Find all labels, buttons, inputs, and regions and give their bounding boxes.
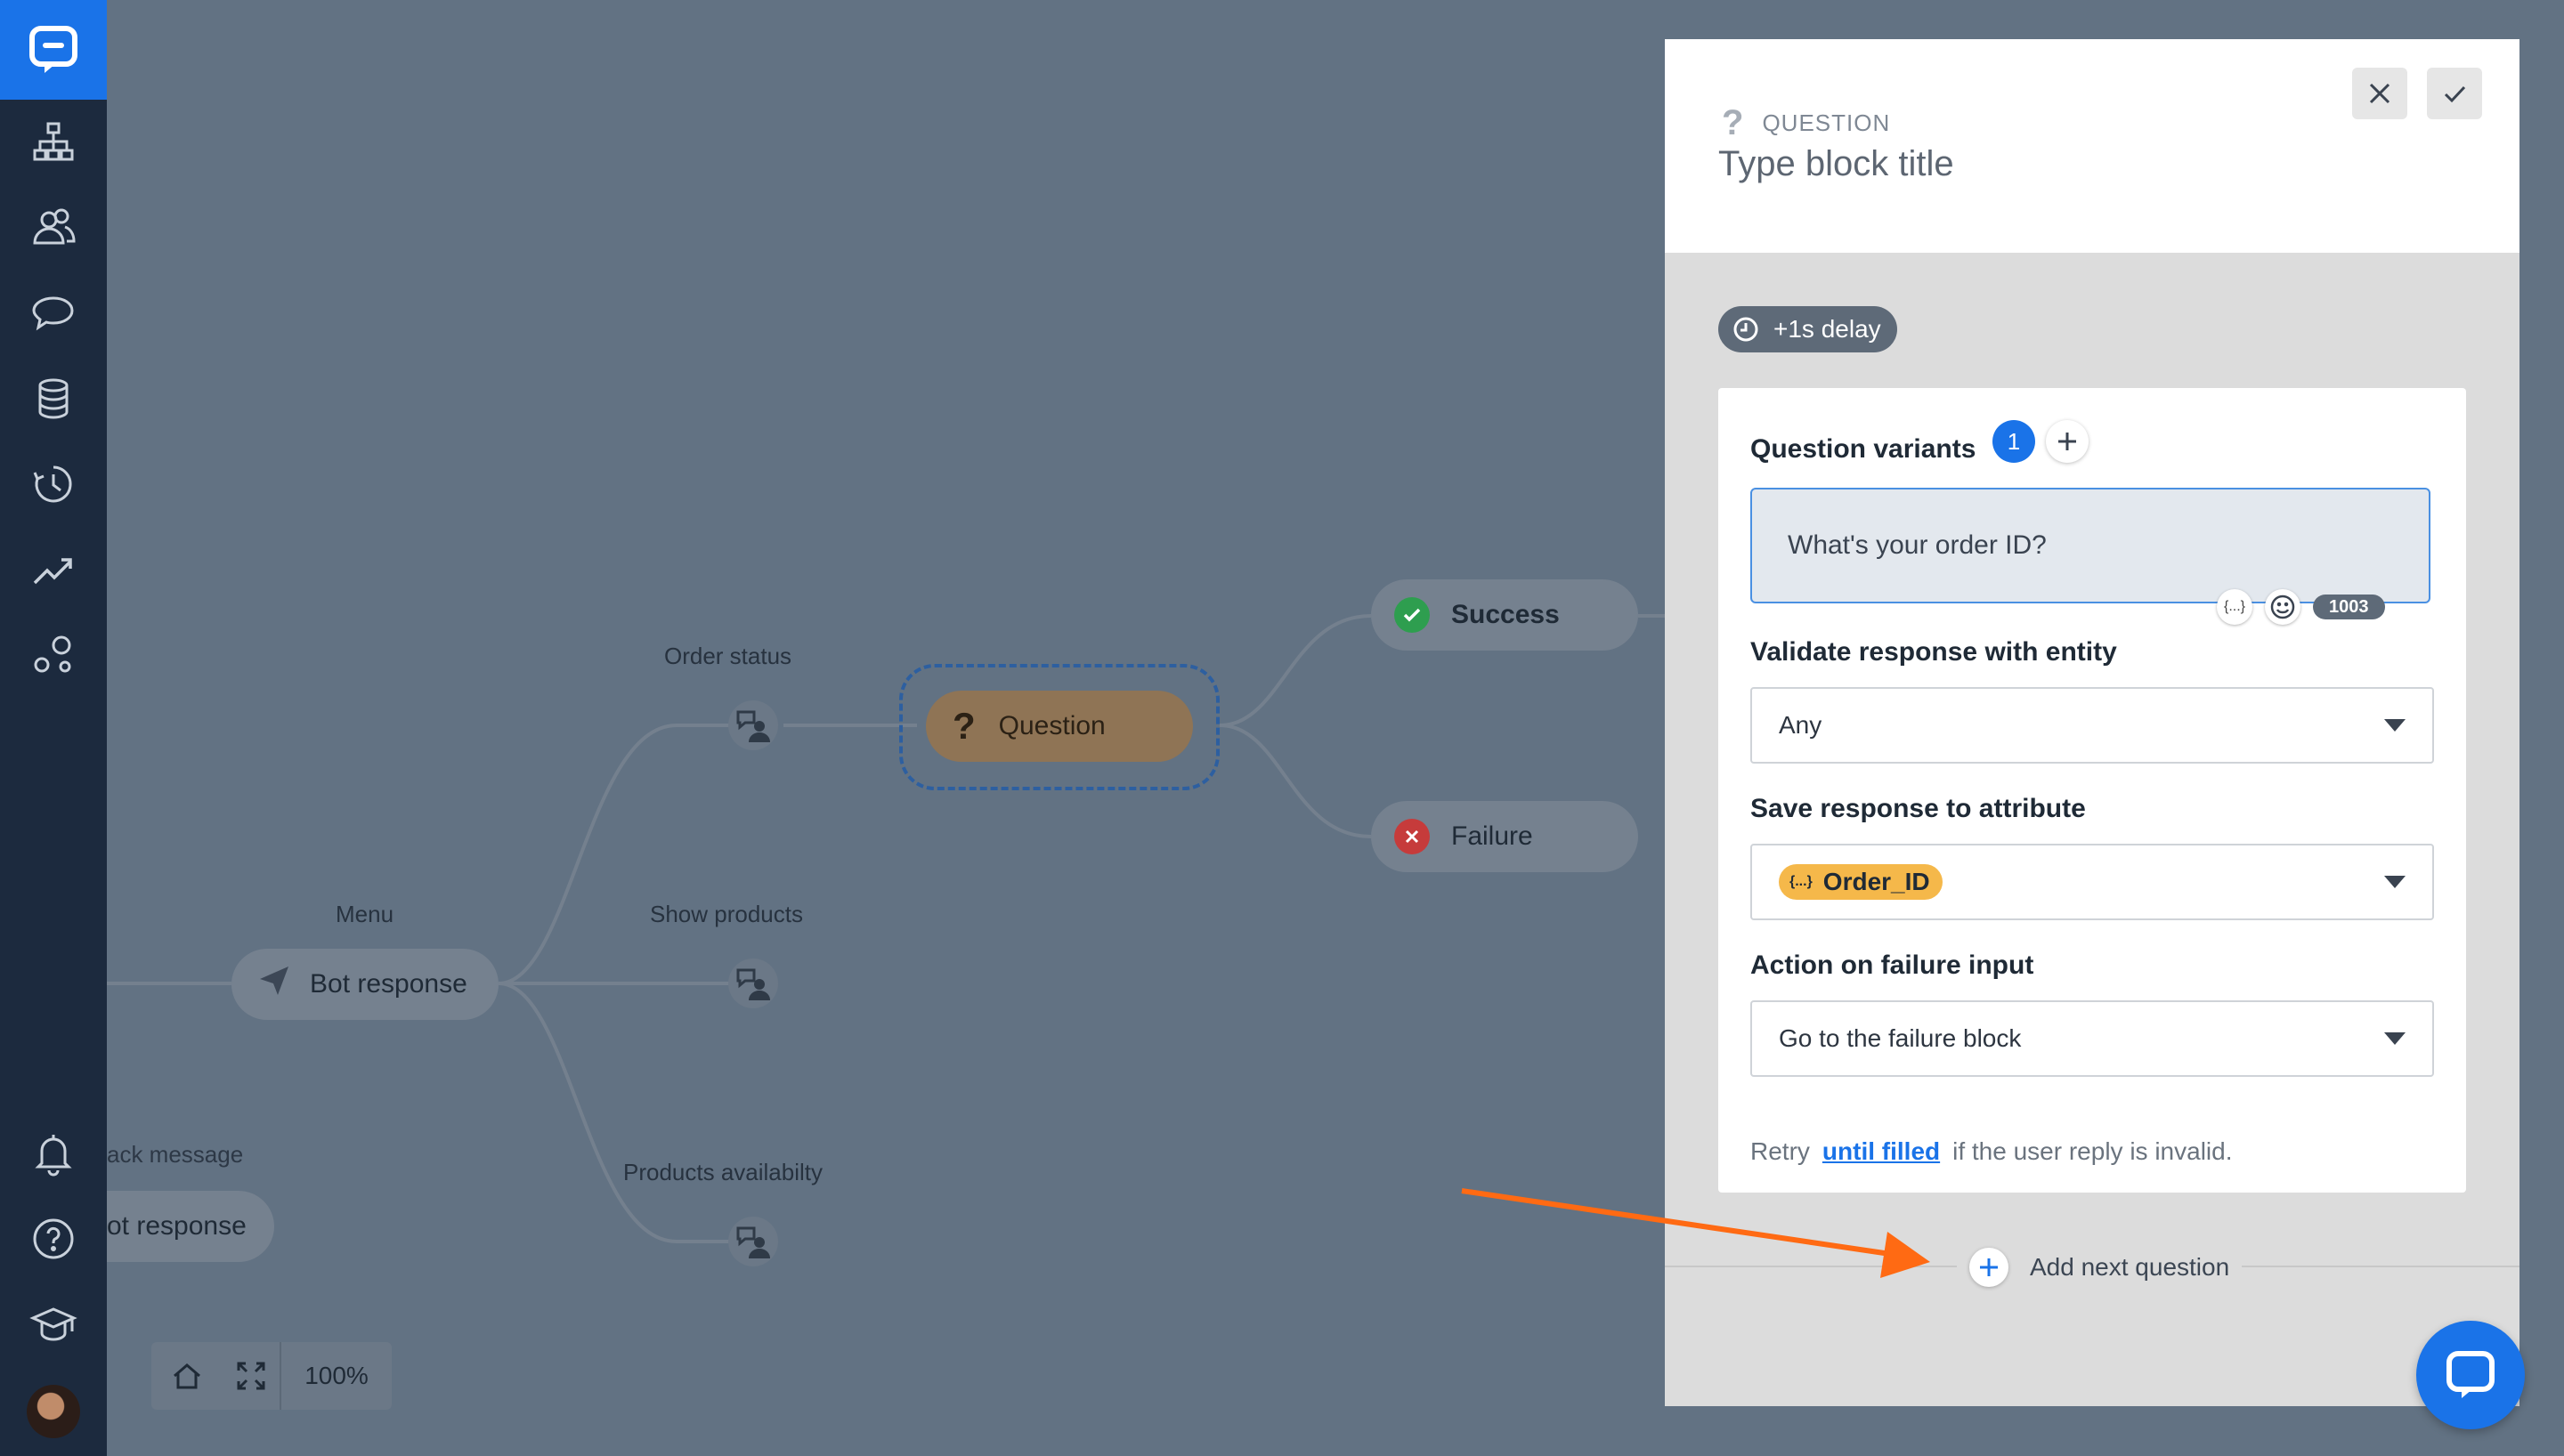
retry-setting: Retry until filled if the user reply is in… (1750, 1137, 2232, 1166)
show-products-label: Show products (650, 901, 803, 927)
chats-icon[interactable] (27, 287, 80, 340)
notifications-icon[interactable] (27, 1127, 80, 1180)
confirm-button[interactable] (2427, 68, 2482, 119)
audience-icon[interactable] (27, 201, 80, 255)
delay-text: +1s delay (1773, 315, 1881, 343)
question-mark-icon: ? (1722, 103, 1745, 142)
caret-down-icon (2384, 719, 2406, 732)
caret-down-icon (2384, 1032, 2406, 1045)
panel-header: ? QUESTION Type block title (1665, 39, 2519, 253)
add-next-question-text: Add next question (2030, 1253, 2230, 1281)
node-title: Failure (1451, 821, 1533, 851)
question-mark-icon: ? (953, 705, 976, 747)
history-icon[interactable] (27, 457, 80, 511)
failure-action-select[interactable]: Go to the failure block (1750, 1000, 2434, 1077)
fallback-label: ack message (107, 1141, 244, 1168)
help-icon[interactable] (27, 1212, 80, 1266)
validate-label: Validate response with entity (1750, 637, 2117, 667)
close-button[interactable] (2352, 68, 2407, 119)
clock-icon (1733, 317, 1758, 342)
menu-label: Menu (336, 901, 394, 927)
question-variants-label: Question variants (1750, 434, 1976, 464)
success-node[interactable]: Success (1371, 579, 1638, 651)
close-icon (2369, 83, 2390, 104)
user-input-icon[interactable] (728, 700, 778, 750)
home-icon[interactable] (151, 1342, 223, 1410)
zoom-controls: 100% (151, 1342, 392, 1410)
block-type-text: QUESTION (1762, 109, 1891, 136)
retry-mode-link[interactable]: until filled (1822, 1137, 1940, 1165)
question-text-input[interactable] (1750, 488, 2430, 603)
save-attribute-label: Save response to attribute (1750, 794, 2086, 823)
app-logo[interactable] (0, 0, 107, 100)
node-title: Bot response (310, 969, 467, 999)
fullscreen-icon[interactable] (223, 1342, 280, 1410)
user-avatar[interactable] (27, 1385, 80, 1438)
database-icon[interactable] (27, 372, 80, 425)
retry-suffix: if the user reply is invalid. (1952, 1137, 2233, 1165)
attribute-chip: {...} Order_ID (1779, 864, 1943, 900)
delay-badge[interactable]: +1s delay (1718, 306, 1897, 352)
send-icon (258, 965, 290, 1004)
emoji-button[interactable] (2265, 589, 2300, 625)
question-settings-card: Question variants 1 {...} 1003 Validate … (1718, 388, 2466, 1193)
node-title: ot response (107, 1211, 247, 1241)
variant-count-badge[interactable]: 1 (1992, 420, 2035, 463)
attribute-chip-icon: {...} (1789, 874, 1813, 889)
zoom-level: 100% (304, 1362, 369, 1389)
save-attribute-select[interactable]: {...} Order_ID (1750, 844, 2434, 920)
chat-widget-button[interactable] (2416, 1321, 2525, 1429)
plus-icon (2058, 433, 2076, 450)
select-value: Any (1779, 711, 1822, 739)
user-input-icon[interactable] (728, 1217, 778, 1266)
check-icon (2444, 85, 2466, 103)
x-circle-icon (1394, 819, 1430, 854)
caret-down-icon (2384, 876, 2406, 888)
add-variant-button[interactable] (2046, 420, 2089, 463)
fallback-bot-response-node[interactable]: ot response (107, 1191, 274, 1262)
input-tools: {...} 1003 (2217, 589, 2385, 625)
block-title-input[interactable]: Type block title (1718, 144, 1954, 184)
sidebar (0, 0, 107, 1456)
variable-insert-button[interactable]: {...} (2217, 589, 2252, 625)
check-circle-icon (1394, 597, 1430, 633)
add-next-question-button[interactable]: Add next question (1957, 1246, 2243, 1289)
node-title: Success (1451, 600, 1560, 629)
failure-action-label: Action on failure input (1750, 950, 2034, 980)
character-count-badge: 1003 (2313, 595, 2385, 619)
block-type-label: ? QUESTION (1722, 103, 1890, 143)
chat-bubble-icon (2446, 1351, 2495, 1398)
failure-node[interactable]: Failure (1371, 801, 1638, 872)
select-value: Go to the failure block (1779, 1024, 2022, 1052)
academy-icon[interactable] (27, 1298, 80, 1351)
question-node[interactable]: ? Question (926, 691, 1193, 762)
reports-icon[interactable] (27, 543, 80, 596)
validate-entity-select[interactable]: Any (1750, 687, 2434, 764)
attribute-name: Order_ID (1822, 868, 1930, 895)
order-status-label: Order status (664, 643, 792, 669)
products-availability-label: Products availabilty (623, 1159, 823, 1185)
integrations-icon[interactable] (27, 628, 80, 682)
node-title: Question (998, 711, 1106, 740)
question-block-panel: ? QUESTION Type block title +1s delay Qu… (1665, 39, 2519, 1406)
retry-prefix: Retry (1750, 1137, 1810, 1165)
user-input-icon[interactable] (728, 959, 778, 1008)
emoji-icon (2270, 595, 2295, 619)
bot-response-node[interactable]: Bot response (231, 949, 499, 1020)
stories-icon[interactable] (27, 116, 80, 169)
plus-circle-icon (1969, 1248, 2008, 1287)
chat-logo-icon (29, 26, 77, 73)
